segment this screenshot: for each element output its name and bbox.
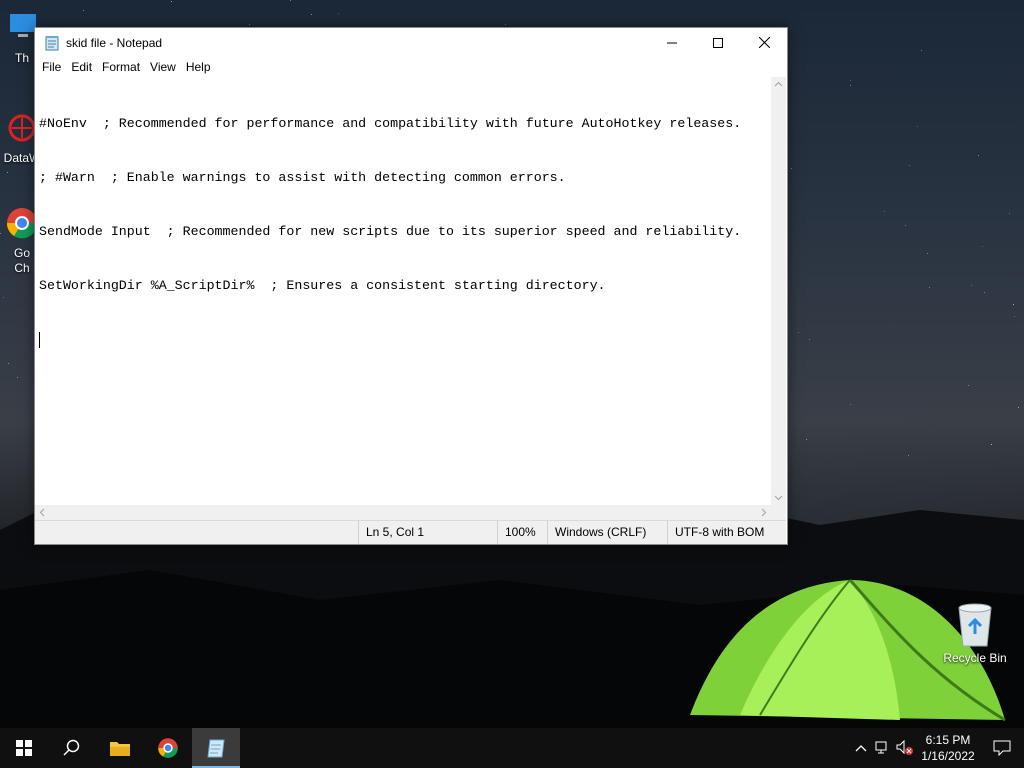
- text-editor[interactable]: #NoEnv ; Recommended for performance and…: [35, 77, 771, 505]
- clock[interactable]: 6:15 PM 1/16/2022: [916, 732, 980, 764]
- network-button[interactable]: [872, 728, 894, 768]
- star: [984, 292, 985, 293]
- star: [850, 85, 851, 86]
- show-hidden-icons-button[interactable]: [850, 728, 872, 768]
- star: [905, 225, 906, 226]
- recycle-bin-label: Recycle Bin: [943, 651, 1007, 665]
- title-bar[interactable]: skid file - Notepad: [35, 28, 787, 57]
- status-encoding: UTF-8 with BOM: [667, 521, 786, 544]
- status-position: Ln 5, Col 1: [358, 521, 497, 544]
- clock-time: 6:15 PM: [925, 733, 971, 747]
- clock-date: 1/16/2022: [921, 749, 975, 763]
- menu-bar: File Edit Format View Help: [35, 57, 787, 77]
- status-zoom: 100%: [497, 521, 547, 544]
- status-line-ending: Windows (CRLF): [547, 521, 667, 544]
- star: [991, 444, 992, 445]
- taskbar-chrome[interactable]: [144, 728, 192, 768]
- star: [798, 332, 799, 333]
- search-button[interactable]: [48, 728, 96, 768]
- star: [17, 377, 18, 378]
- scroll-up-icon[interactable]: [771, 77, 786, 92]
- star: [927, 253, 928, 254]
- star: [971, 285, 972, 286]
- star: [1014, 316, 1015, 317]
- taskbar-notepad[interactable]: [192, 728, 240, 768]
- menu-edit[interactable]: Edit: [66, 57, 97, 77]
- star: [1013, 304, 1014, 305]
- chrome-icon: [158, 738, 178, 758]
- notepad-icon: [45, 35, 59, 50]
- star: [917, 126, 918, 127]
- star: [3, 297, 4, 298]
- network-icon: [875, 741, 887, 754]
- maximize-button[interactable]: [695, 28, 741, 57]
- window-title: skid file - Notepad: [66, 35, 163, 50]
- star: [8, 363, 9, 364]
- action-center-button[interactable]: [980, 728, 1024, 768]
- star: [290, 0, 291, 1]
- star: [809, 339, 810, 340]
- scroll-left-icon[interactable]: [35, 505, 50, 520]
- star: [83, 10, 84, 11]
- star: [1018, 407, 1019, 408]
- maximize-icon: [713, 37, 723, 48]
- star: [982, 246, 983, 247]
- scroll-right-icon[interactable]: [756, 505, 771, 520]
- close-icon: [758, 37, 770, 48]
- editor-line: SendMode Input ; Recommended for new scr…: [39, 224, 742, 239]
- taskbar-file-explorer[interactable]: [96, 728, 144, 768]
- star: [806, 439, 807, 440]
- status-bar: Ln 5, Col 1 100% Windows (CRLF) UTF-8 wi…: [35, 520, 786, 544]
- star: [850, 80, 851, 81]
- star: [171, 1, 172, 2]
- menu-view[interactable]: View: [145, 57, 181, 77]
- star: [850, 404, 851, 405]
- notepad-icon: [207, 739, 225, 758]
- text-caret: [39, 332, 40, 348]
- minimize-button[interactable]: [649, 28, 695, 57]
- editor-line: #NoEnv ; Recommended for performance and…: [39, 116, 742, 131]
- menu-format[interactable]: Format: [97, 57, 145, 77]
- star: [978, 155, 979, 156]
- volume-muted-icon: [896, 740, 913, 755]
- menu-help[interactable]: Help: [181, 57, 216, 77]
- system-tray: 6:15 PM 1/16/2022: [850, 728, 1024, 768]
- star: [929, 287, 930, 288]
- scrollbar-corner: [771, 505, 786, 520]
- star: [505, 24, 506, 25]
- recycle-bin-icon: [958, 603, 992, 647]
- volume-button[interactable]: [894, 728, 916, 768]
- star: [311, 14, 312, 15]
- minimize-icon: [667, 42, 677, 43]
- start-button[interactable]: [0, 728, 48, 768]
- star: [7, 172, 8, 173]
- notepad-window: skid file - Notepad File Edit Format Vie…: [34, 27, 788, 545]
- star: [909, 165, 910, 166]
- star: [884, 211, 885, 212]
- star: [791, 168, 792, 169]
- star: [921, 50, 922, 51]
- search-icon: [63, 739, 80, 756]
- taskbar: 6:15 PM 1/16/2022: [0, 728, 1024, 768]
- editor-line: ; #Warn ; Enable warnings to assist with…: [39, 170, 566, 185]
- vertical-scrollbar[interactable]: [771, 77, 786, 505]
- close-button[interactable]: [741, 28, 787, 57]
- star: [968, 385, 969, 386]
- star: [908, 455, 909, 456]
- horizontal-scrollbar[interactable]: [35, 505, 771, 520]
- editor-line: SetWorkingDir %A_ScriptDir% ; Ensures a …: [39, 278, 606, 293]
- star: [338, 13, 339, 14]
- menu-file[interactable]: File: [37, 57, 66, 77]
- star: [1009, 213, 1010, 214]
- notification-icon: [993, 740, 1011, 756]
- file-explorer-icon: [110, 742, 130, 756]
- scroll-down-icon[interactable]: [771, 490, 786, 505]
- chevron-up-icon: [855, 745, 867, 752]
- star: [249, 24, 250, 25]
- windows-logo-icon: [16, 740, 32, 756]
- desktop-icon-recycle-bin[interactable]: Recycle Bin: [940, 600, 1010, 665]
